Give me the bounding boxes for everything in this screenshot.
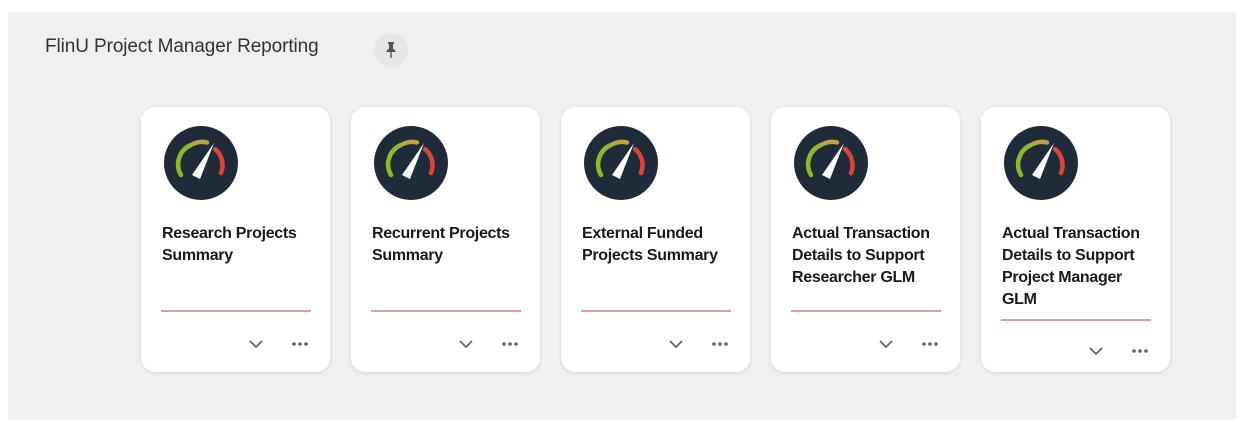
gauge-icon (374, 126, 448, 200)
tile-title: Recurrent Projects Summary (372, 225, 510, 264)
more-icon (502, 342, 518, 346)
report-tile[interactable]: Actual Transaction Details to Support Pr… (981, 107, 1170, 372)
expand-button[interactable] (1082, 340, 1110, 362)
tile-divider (581, 310, 731, 312)
expand-button[interactable] (452, 333, 480, 355)
dashboard-section: FlinU Project Manager Reporting Research… (8, 12, 1236, 420)
more-options-button[interactable] (706, 333, 734, 355)
tile-divider (371, 310, 521, 312)
expand-button[interactable] (242, 333, 270, 355)
expand-button[interactable] (872, 333, 900, 355)
tile-divider (1001, 319, 1151, 321)
gauge-icon (794, 126, 868, 200)
pin-button[interactable] (374, 33, 408, 67)
more-icon (292, 342, 308, 346)
more-icon (1132, 349, 1148, 353)
chevron-down-icon (879, 340, 893, 349)
tile-title: Actual Transaction Details to Support Pr… (1002, 225, 1140, 308)
tile-divider (791, 310, 941, 312)
gauge-icon (164, 126, 238, 200)
chevron-down-icon (459, 340, 473, 349)
section-title: FlinU Project Manager Reporting (45, 36, 319, 57)
gauge-icon (1004, 126, 1078, 200)
expand-button[interactable] (662, 333, 690, 355)
more-options-button[interactable] (916, 333, 944, 355)
report-tile[interactable]: Research Projects Summary (141, 107, 330, 372)
gauge-icon (584, 126, 658, 200)
report-tile[interactable]: External Funded Projects Summary (561, 107, 750, 372)
tile-title: External Funded Projects Summary (582, 225, 718, 264)
more-icon (922, 342, 938, 346)
tile-title: Research Projects Summary (162, 225, 297, 264)
tile-title: Actual Transaction Details to Support Re… (792, 225, 930, 286)
more-options-button[interactable] (286, 333, 314, 355)
chevron-down-icon (1089, 347, 1103, 356)
more-options-button[interactable] (496, 333, 524, 355)
more-options-button[interactable] (1126, 340, 1154, 362)
tile-divider (161, 310, 311, 312)
chevron-down-icon (249, 340, 263, 349)
report-tile[interactable]: Recurrent Projects Summary (351, 107, 540, 372)
more-icon (712, 342, 728, 346)
report-tile[interactable]: Actual Transaction Details to Support Re… (771, 107, 960, 372)
chevron-down-icon (669, 340, 683, 349)
pin-icon (386, 42, 396, 58)
